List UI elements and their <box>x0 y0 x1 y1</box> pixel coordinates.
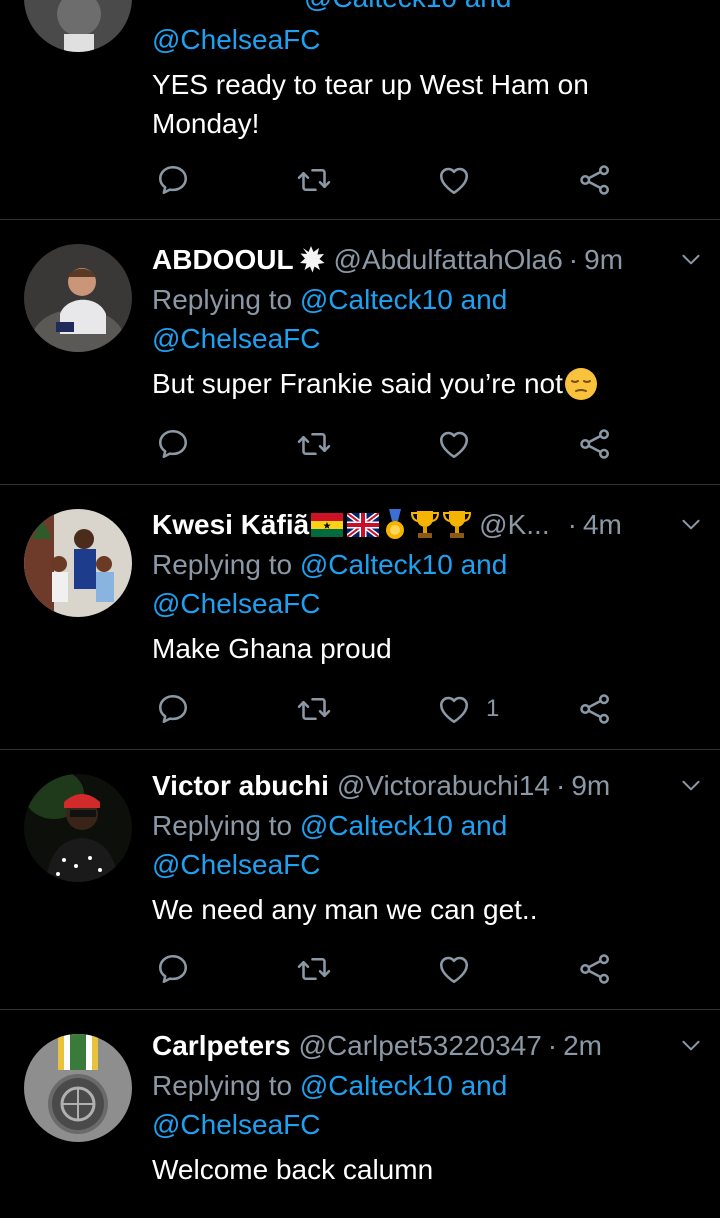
share-button[interactable] <box>577 689 613 729</box>
reply-mention-link[interactable]: @Calteck10 and <box>300 810 507 841</box>
share-icon <box>577 426 613 462</box>
display-name[interactable]: Victor abuchi <box>152 770 329 802</box>
retweet-icon <box>296 426 332 462</box>
time-separator: · <box>556 770 566 801</box>
replying-to-label: Replying to <box>152 549 293 580</box>
replying-to-label: Replying to <box>152 1070 293 1101</box>
reply-mention-link[interactable]: @ChelseaFC <box>152 24 320 55</box>
explosion-star-icon <box>299 246 325 273</box>
reply-icon <box>155 162 191 198</box>
trophy-icon <box>411 511 440 538</box>
like-button[interactable] <box>436 160 486 200</box>
reply-mention-link[interactable]: @Calteck10 and <box>300 1070 507 1101</box>
reply-button[interactable] <box>155 949 191 989</box>
time-separator: · <box>547 1030 558 1061</box>
trophy-icon <box>443 511 472 538</box>
share-button[interactable] <box>577 949 613 989</box>
avatar[interactable] <box>24 1034 132 1142</box>
display-name[interactable]: ABDOOUL <box>152 244 294 276</box>
reply-icon <box>155 691 191 727</box>
tweet-text: Welcome back calumn <box>152 1154 434 1185</box>
heart-icon <box>436 162 472 198</box>
reply-mention-link[interactable]: @Calteck10 and <box>304 0 511 17</box>
user-handle[interactable]: @Carlpet53220347 <box>299 1030 542 1062</box>
reply-icon <box>155 951 191 987</box>
retweet-button[interactable] <box>296 949 332 989</box>
user-handle[interactable]: @Victorabuchi14 <box>337 770 550 802</box>
avatar[interactable] <box>24 244 132 352</box>
name-badges <box>311 509 472 541</box>
share-icon <box>577 162 613 198</box>
retweet-button[interactable] <box>296 424 332 464</box>
replying-to-label: Replying to <box>152 284 293 315</box>
heart-icon <box>436 426 472 462</box>
tweet-text: We need any man we can get.. <box>152 894 538 925</box>
heart-icon <box>436 691 472 727</box>
pensive-face-icon <box>564 367 597 400</box>
retweet-button[interactable] <box>296 689 332 729</box>
name-badges <box>296 245 326 275</box>
heart-icon <box>436 951 472 987</box>
timestamp[interactable]: 2m <box>563 1030 602 1062</box>
avatar[interactable] <box>24 509 132 617</box>
chevron-down-icon[interactable] <box>678 511 704 537</box>
tweet-text: But super Frankie said you’re not <box>152 368 563 399</box>
tweet-text: Make Ghana proud <box>152 633 392 664</box>
timestamp[interactable]: 9m <box>584 244 623 276</box>
retweet-icon <box>296 691 332 727</box>
tweet-text: YES ready to tear up West Ham on Monday! <box>152 69 589 139</box>
time-separator: · <box>568 244 579 275</box>
chevron-down-icon[interactable] <box>678 1032 704 1058</box>
timestamp[interactable]: 9m <box>571 770 610 802</box>
time-separator: · <box>567 509 577 540</box>
share-button[interactable] <box>577 424 613 464</box>
reply-button[interactable] <box>155 689 191 729</box>
retweet-button[interactable] <box>296 160 332 200</box>
avatar[interactable] <box>24 0 132 52</box>
reply-mention-link[interactable]: @ChelseaFC <box>152 1109 320 1140</box>
like-button[interactable]: 1 <box>436 689 499 729</box>
chevron-down-icon[interactable] <box>678 772 704 798</box>
reply-icon <box>155 426 191 462</box>
user-handle[interactable]: @AbdulfattahOla6 <box>334 244 563 276</box>
like-button[interactable] <box>436 949 486 989</box>
reply-mention-link[interactable]: @ChelseaFC <box>152 323 320 354</box>
share-button[interactable] <box>577 160 613 200</box>
uk-flag-icon <box>347 513 380 537</box>
tweet-item[interactable]: Victor abuchi @Victorabuchi14 · 9m Reply… <box>0 750 720 1009</box>
reply-button[interactable] <box>155 424 191 464</box>
reply-mention-link[interactable]: @Calteck10 and <box>300 549 507 580</box>
like-count: 1 <box>486 695 500 722</box>
display-name[interactable]: Carlpeters <box>152 1030 291 1062</box>
avatar[interactable] <box>24 774 132 882</box>
ghana-flag-icon <box>311 513 344 537</box>
share-icon <box>577 691 613 727</box>
reply-mention-link[interactable]: @ChelseaFC <box>152 588 320 619</box>
timestamp[interactable]: 4m <box>583 509 622 541</box>
user-handle[interactable]: @K... <box>479 509 549 541</box>
share-icon <box>577 951 613 987</box>
reply-mention-link[interactable]: @Calteck10 and <box>300 284 507 315</box>
chevron-down-icon[interactable] <box>678 246 704 272</box>
display-name[interactable]: Kwesi Käfiã <box>152 509 309 541</box>
medal-icon <box>386 509 405 539</box>
tweet-item[interactable]: Kwesi Käfiã @K... · 4m Replying to @Calt… <box>0 485 720 749</box>
like-button[interactable] <box>436 424 486 464</box>
reply-mention-link[interactable]: @ChelseaFC <box>152 849 320 880</box>
tweet-item[interactable]: Carlpeters @Carlpet53220347 · 2m Replyin… <box>0 1010 720 1218</box>
tweet-item[interactable]: @Calteck10 and @ChelseaFC YES ready to t… <box>0 0 720 219</box>
retweet-icon <box>296 162 332 198</box>
replying-to-label: Replying to <box>152 810 293 841</box>
tweet-item[interactable]: ABDOOUL @AbdulfattahOla6 · 9m Replying t… <box>0 220 720 484</box>
retweet-icon <box>296 951 332 987</box>
reply-button[interactable] <box>155 160 191 200</box>
